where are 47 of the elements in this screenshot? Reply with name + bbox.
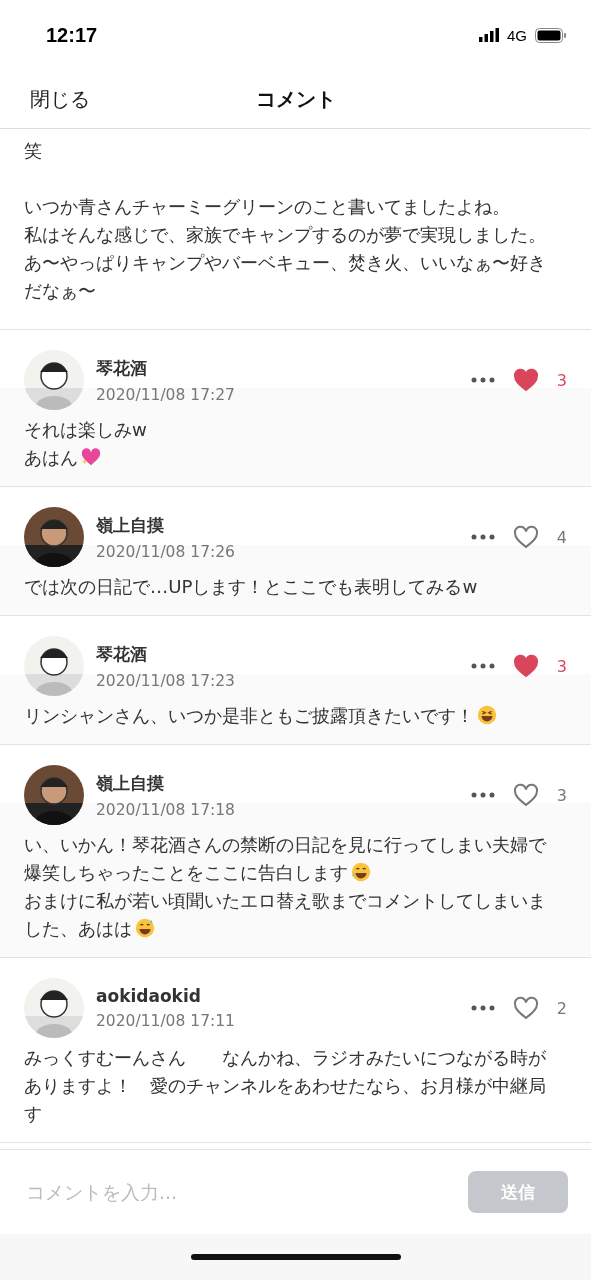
heart-icon[interactable]: [512, 654, 539, 678]
comment-text: いつか青さんチャーミーグリーンのこと書いてましたよね。: [24, 195, 511, 219]
more-icon[interactable]: [470, 377, 495, 383]
battery-icon: [535, 27, 567, 43]
comment-text: リンシャンさん、いつか是非ともご披露頂きたいです！: [24, 702, 546, 730]
sparkling-heart-icon: [80, 446, 102, 468]
author-name: 琴花酒: [96, 356, 148, 380]
comment-text: あ〜やっぱりキャンプやバーベキュー、焚き火、いいなぁ〜好きだなぁ〜: [24, 251, 546, 303]
comment-text: 私はそんな感じで、家族でキャンプするのが夢で実現しました。: [24, 223, 546, 247]
more-icon[interactable]: [470, 792, 495, 798]
comment-text: みっくすむーんさん なんかね、ラジオみたいにつながる時がありますよ！ 愛のチャンネルをあわせたなら、お月様が中継局す: [24, 1046, 546, 1126]
author-name: 嶺上自摸: [96, 513, 165, 537]
comment-date: 2020/11/08 17:11: [96, 1012, 236, 1030]
comment-date: 2020/11/08 17:26: [96, 542, 236, 561]
comment-text: おまけに私が若い頃聞いたエロ替え歌までコメントしてしまいました、あはは: [24, 889, 546, 941]
author-name: 琴花酒: [96, 642, 148, 666]
heart-icon[interactable]: [512, 783, 539, 807]
like-count: 3: [556, 370, 567, 390]
heart-icon[interactable]: [512, 525, 539, 549]
comment-text: それは楽しみw: [24, 418, 148, 442]
comment-date: 2020/11/08 17:27: [96, 385, 236, 404]
comment-text: では次の日記で…UPします！とここでも表明してみるw: [24, 575, 479, 599]
status-time: 12:17: [46, 23, 98, 47]
heart-icon[interactable]: [512, 996, 539, 1020]
close-button[interactable]: 閉じる: [30, 85, 90, 113]
signal-icon: [479, 28, 499, 42]
like-count: 3: [556, 785, 567, 805]
comment-text: あはん: [24, 444, 546, 472]
laughing-face-icon: [134, 917, 156, 939]
comment-input[interactable]: コメントを入力...: [24, 1180, 408, 1204]
more-icon[interactable]: [470, 663, 495, 669]
laughing-face-icon: [350, 861, 372, 883]
more-icon[interactable]: [470, 1005, 495, 1011]
comment-text: 笑: [24, 139, 43, 163]
page-title: コメント: [255, 85, 336, 113]
network-label: 4G: [507, 26, 527, 44]
like-count: 2: [556, 998, 567, 1018]
heart-icon[interactable]: [512, 368, 539, 392]
comment-date: 2020/11/08 17:23: [96, 671, 236, 690]
more-icon[interactable]: [470, 534, 495, 540]
comment-text: い、いかん！琴花酒さんの禁断の日記を見に行ってしまい夫婦で爆笑しちゃったことをここに告白します: [24, 833, 546, 885]
laughing-face-icon: [476, 704, 498, 726]
like-count: 3: [556, 656, 567, 676]
author-name: 嶺上自摸: [96, 771, 165, 795]
comment-date: 2020/11/08 17:18: [96, 800, 236, 819]
author-name: aokidaokid: [96, 986, 202, 1006]
like-count: 4: [556, 527, 567, 547]
